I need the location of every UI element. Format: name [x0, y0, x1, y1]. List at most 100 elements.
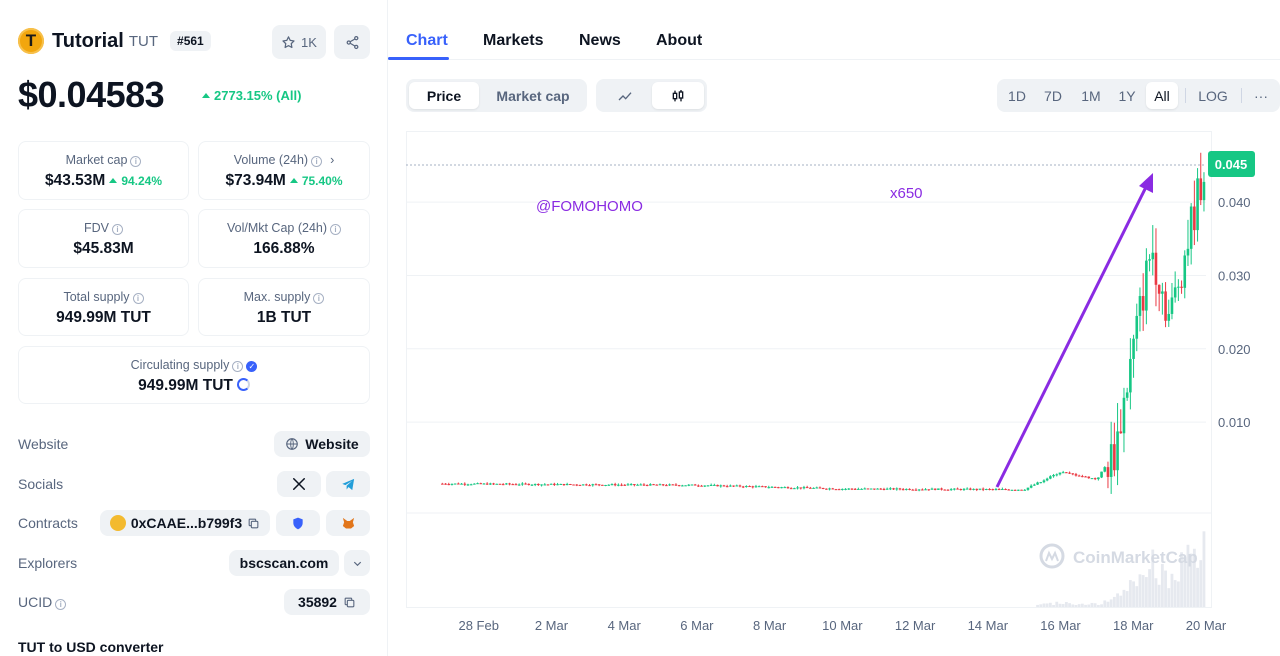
line-chart-toggle[interactable] [599, 82, 651, 109]
metamask-button[interactable] [326, 510, 370, 536]
volume-bar [1112, 596, 1116, 607]
candle-body [521, 483, 524, 485]
candle-body [572, 484, 575, 486]
volume-bar [1039, 604, 1043, 607]
candle-body [597, 484, 601, 486]
contract-address-button[interactable]: 0xCAAE...b799f3 [100, 510, 270, 536]
candle-body [706, 485, 710, 487]
volume-bar [1135, 586, 1139, 607]
candle-body [553, 483, 556, 485]
x-social-button[interactable] [277, 471, 321, 497]
verified-icon: ✓ [246, 361, 258, 372]
candle-body [1036, 482, 1039, 485]
chart-type-toggle: Price Market cap [406, 79, 587, 112]
candle-body [751, 486, 755, 488]
market-cap-toggle[interactable]: Market cap [482, 82, 584, 109]
security-audit-button[interactable] [276, 510, 320, 536]
candle-body [1154, 252, 1158, 285]
x-axis: 28 Feb 2 Mar 4 Mar 6 Mar 8 Mar 10 Mar 12 Mar 14… [458, 618, 1226, 633]
supply-progress-ring [236, 378, 250, 391]
y-tick-label: 0.040 [1218, 195, 1251, 210]
candle-body [1103, 467, 1107, 472]
candle-body [697, 485, 700, 487]
candle-body [508, 483, 511, 485]
range-1d[interactable]: 1D [1001, 82, 1033, 109]
website-button[interactable]: Website [274, 431, 370, 457]
tab-news[interactable]: News [579, 32, 621, 50]
time-range-selector: 1D 7D 1M 1Y All LOG ··· [997, 79, 1280, 112]
x-tick-label: 8 Mar [753, 618, 787, 633]
candlestick-toggle[interactable] [652, 82, 704, 109]
candle-body [1180, 286, 1183, 288]
watchlist-button[interactable]: 1K [272, 25, 326, 59]
x-logo-icon [292, 477, 306, 491]
candle-body [719, 485, 723, 487]
candle-body [953, 488, 956, 490]
market-cap-card: Market cap i $43.53M 94.24% [18, 141, 189, 200]
tab-chart[interactable]: Chart [406, 32, 448, 50]
candle-body [956, 488, 959, 490]
plot-frame [406, 131, 1212, 608]
info-icon[interactable]: i [112, 224, 123, 235]
info-icon[interactable]: i [313, 293, 325, 304]
ucid-copy-button[interactable]: 35892 [284, 589, 370, 615]
explorers-dropdown[interactable] [344, 550, 370, 576]
copy-icon[interactable] [247, 517, 260, 530]
price-chart-svg: CoinMarketCap 0.040 0.030 0.020 0.010 28 Fe… [406, 131, 1255, 633]
candle-body [761, 486, 764, 488]
candle-body [1049, 476, 1052, 479]
telegram-button[interactable] [326, 471, 370, 497]
price-chart[interactable]: CoinMarketCap 0.040 0.030 0.020 0.010 28 Fe… [406, 131, 1280, 641]
info-icon[interactable]: i [311, 156, 323, 167]
candle-body [745, 486, 748, 488]
candle-body [786, 487, 790, 489]
range-1m[interactable]: 1M [1074, 82, 1108, 109]
tab-markets[interactable]: Markets [483, 32, 543, 50]
candle-body [562, 483, 566, 486]
candle-body [588, 485, 591, 487]
candle-body [444, 483, 447, 485]
candle-body [460, 483, 463, 485]
candle-body [655, 484, 659, 486]
more-options-button[interactable]: ··· [1247, 82, 1275, 109]
candle-body [636, 484, 639, 486]
candle-body [527, 483, 531, 485]
tab-about[interactable]: About [656, 32, 702, 50]
candle-body [863, 488, 867, 490]
x-tick-label: 6 Mar [680, 618, 714, 633]
share-button[interactable] [334, 25, 370, 59]
candle-body [639, 484, 643, 486]
coin-name: Tutorial [52, 29, 124, 52]
candle-body [1061, 472, 1065, 474]
info-icon[interactable]: i [55, 599, 67, 610]
candle-body [674, 484, 678, 486]
info-icon[interactable]: i [330, 224, 342, 235]
info-icon[interactable]: i [232, 361, 244, 372]
range-all[interactable]: All [1146, 82, 1178, 109]
log-scale-toggle[interactable]: LOG [1191, 82, 1235, 109]
coin-symbol: TUT [128, 32, 159, 50]
range-1y[interactable]: 1Y [1112, 82, 1142, 109]
candle-body [997, 489, 1001, 491]
range-7d[interactable]: 7D [1037, 82, 1069, 109]
volume-bar [1045, 603, 1049, 607]
candle-body [1122, 397, 1126, 434]
globe-icon [286, 438, 299, 450]
x-tick-label: 28 Feb [458, 618, 498, 633]
volume-bar [1141, 575, 1145, 607]
copy-icon [344, 597, 355, 607]
volume-card[interactable]: Volume (24h) i › $73.94M 75.40% [198, 141, 370, 200]
candle-body [754, 486, 758, 488]
price-toggle[interactable]: Price [409, 82, 479, 109]
explorer-link-button[interactable]: bscscan.com [229, 550, 339, 576]
candle-body [1007, 489, 1011, 491]
candle-body [1074, 474, 1078, 476]
info-icon[interactable]: i [132, 293, 144, 304]
coin-header: T Tutorial TUT #561 [18, 28, 211, 54]
chevron-right-icon: › [330, 153, 335, 167]
circulating-supply-card: Circulating supply i ✓ 949.99M TUT [18, 346, 370, 404]
candle-body [677, 485, 681, 487]
candle-body [879, 488, 883, 490]
current-price: $0.04583 [18, 74, 165, 115]
info-icon[interactable]: i [130, 156, 142, 167]
